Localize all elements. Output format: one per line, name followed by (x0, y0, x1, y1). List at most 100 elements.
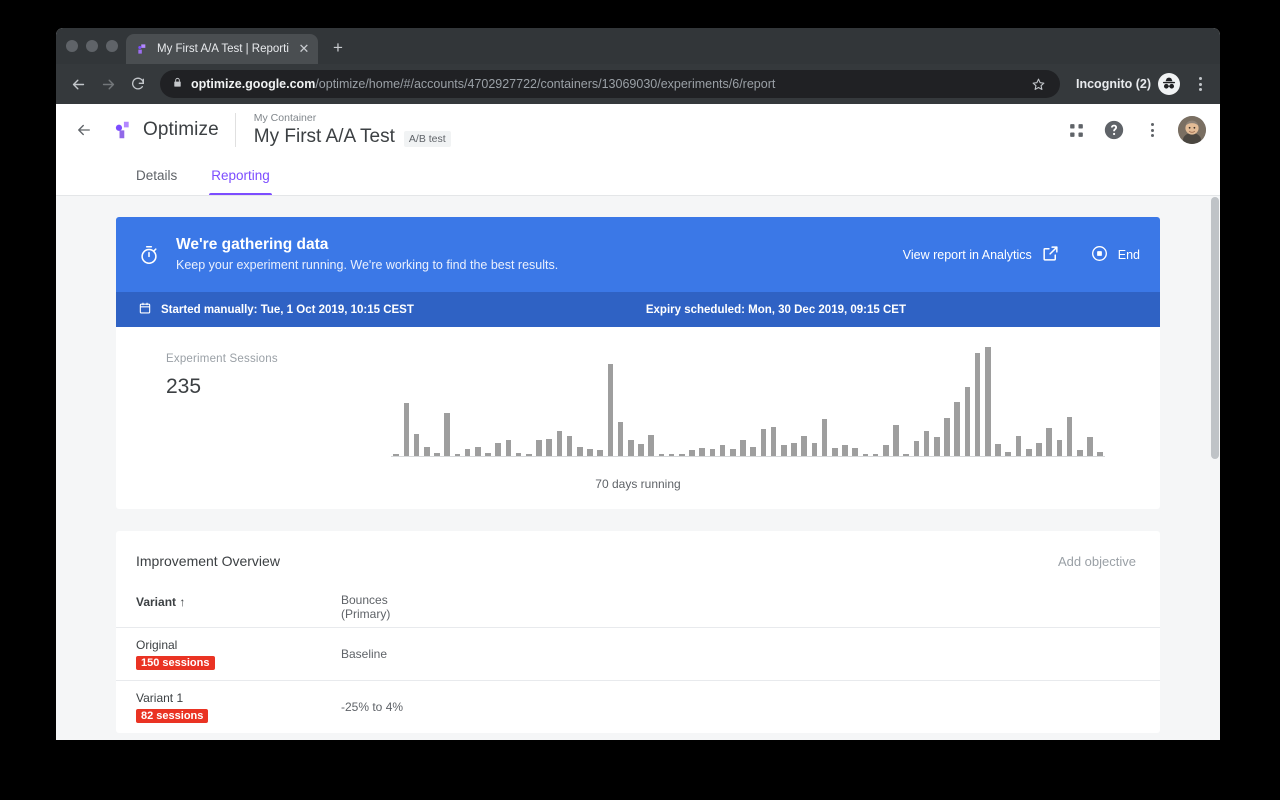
chart-bar[interactable] (648, 434, 654, 456)
chart-bar[interactable] (770, 426, 777, 456)
chart-bar[interactable] (740, 440, 746, 456)
chart-bar[interactable] (903, 453, 910, 456)
chart-bar[interactable] (525, 453, 532, 456)
chart-bar[interactable] (444, 413, 450, 456)
three-dots-vertical-icon[interactable] (1140, 118, 1164, 142)
column-header-bounces[interactable]: Bounces (Primary) (341, 569, 1160, 627)
chart-bar[interactable] (638, 443, 644, 456)
chart-bar[interactable] (546, 439, 552, 456)
app-back-button[interactable] (64, 110, 104, 150)
scrollbar-thumb[interactable] (1211, 197, 1219, 459)
chart-bar[interactable] (566, 435, 573, 456)
table-row[interactable]: Original 150 sessions Baseline (116, 627, 1160, 680)
chart-bar[interactable] (1097, 451, 1103, 456)
started-text: Started manually: Tue, 1 Oct 2019, 10:15… (161, 303, 414, 316)
chart-bar[interactable] (1087, 436, 1093, 456)
chart-bar[interactable] (750, 447, 757, 456)
browser-tab[interactable]: My First A/A Test | Reporting - ✕ (126, 34, 318, 64)
chart-bar[interactable] (474, 447, 481, 456)
plus-icon[interactable]: + (324, 34, 352, 62)
chart-bar[interactable] (730, 449, 736, 456)
chart-bar[interactable] (893, 424, 899, 456)
chart-bar[interactable] (454, 453, 461, 456)
chart-bar[interactable] (934, 436, 940, 456)
chart-bar[interactable] (760, 429, 767, 456)
chart-bar[interactable] (913, 441, 920, 456)
chart-bar[interactable] (801, 435, 808, 456)
three-dots-vertical-icon[interactable] (1188, 71, 1212, 97)
chart-bar[interactable] (689, 450, 695, 456)
chart-bar[interactable] (964, 387, 971, 456)
table-row[interactable]: Variant 1 82 sessions -25% to 4% (116, 680, 1160, 733)
chart-bar[interactable] (587, 449, 593, 456)
chart-bar[interactable] (791, 442, 797, 456)
chart-bar[interactable] (923, 431, 930, 456)
arrow-left-icon[interactable] (64, 70, 92, 98)
window-minimize-button[interactable] (86, 40, 98, 52)
tab-reporting[interactable]: Reporting (197, 155, 284, 195)
add-objective-button[interactable]: Add objective (1058, 554, 1136, 569)
chart-bar[interactable] (423, 447, 430, 456)
chart-bar[interactable] (1005, 451, 1012, 456)
chart-bar[interactable] (842, 444, 848, 456)
chart-bar[interactable] (883, 444, 889, 456)
chart-bar[interactable] (1036, 442, 1042, 456)
chart-bar[interactable] (607, 363, 614, 456)
page-scrollbar[interactable] (1209, 197, 1220, 740)
chart-bar[interactable] (576, 447, 583, 456)
tab-details[interactable]: Details (122, 155, 191, 195)
help-circle-icon[interactable] (1102, 118, 1126, 142)
chart-bar[interactable] (872, 453, 879, 456)
chart-bar[interactable] (974, 352, 981, 456)
chart-bar[interactable] (995, 443, 1001, 456)
chart-bar[interactable] (658, 453, 665, 456)
chart-bar[interactable] (1046, 427, 1052, 456)
avatar[interactable] (1178, 116, 1206, 144)
chart-bar[interactable] (1025, 449, 1032, 456)
chart-bar[interactable] (668, 453, 675, 456)
column-header-variant[interactable]: Variant ↑ (116, 569, 341, 627)
chart-bar[interactable] (434, 452, 440, 456)
chart-bar[interactable] (617, 422, 624, 456)
chart-bar[interactable] (832, 448, 838, 456)
address-bar[interactable]: optimize.google.com/optimize/home/#/acco… (160, 70, 1060, 98)
chart-bar[interactable] (719, 444, 726, 456)
chart-bar[interactable] (944, 417, 950, 456)
chart-bar[interactable] (678, 453, 685, 456)
window-maximize-button[interactable] (106, 40, 118, 52)
chart-bar[interactable] (811, 442, 818, 456)
apps-grid-icon[interactable] (1064, 118, 1088, 142)
chart-bar[interactable] (781, 444, 787, 456)
optimize-brand[interactable]: Optimize (104, 113, 236, 147)
window-close-button[interactable] (66, 40, 78, 52)
chart-bar[interactable] (515, 452, 522, 456)
close-icon[interactable]: ✕ (296, 41, 312, 57)
chart-bar[interactable] (1056, 440, 1063, 456)
chart-bar[interactable] (536, 440, 542, 456)
chart-bar[interactable] (556, 431, 563, 456)
star-icon[interactable] (1026, 72, 1050, 96)
chart-bar[interactable] (403, 403, 410, 456)
chart-bar[interactable] (985, 347, 991, 456)
chart-bar[interactable] (862, 453, 869, 456)
chart-bar[interactable] (1015, 435, 1022, 456)
chart-bar[interactable] (1076, 450, 1083, 456)
reload-icon[interactable] (124, 70, 152, 98)
view-report-in-analytics-button[interactable]: View report in Analytics (903, 244, 1060, 266)
chart-bar[interactable] (852, 448, 859, 456)
chart-bar[interactable] (954, 402, 961, 456)
chart-bar[interactable] (627, 440, 634, 456)
profile-chip[interactable]: Incognito (2) (1076, 73, 1180, 95)
chart-bar[interactable] (505, 440, 512, 456)
chart-bar[interactable] (709, 449, 716, 456)
chart-bar[interactable] (699, 448, 705, 456)
chart-bar[interactable] (413, 433, 420, 456)
chart-bar[interactable] (597, 450, 603, 456)
end-experiment-button[interactable]: End (1090, 244, 1140, 266)
chart-bar[interactable] (495, 442, 501, 456)
chart-bar[interactable] (485, 452, 491, 456)
chart-bar[interactable] (1066, 416, 1073, 456)
chart-bar[interactable] (393, 453, 399, 456)
chart-bar[interactable] (464, 449, 471, 456)
chart-bar[interactable] (821, 418, 828, 456)
